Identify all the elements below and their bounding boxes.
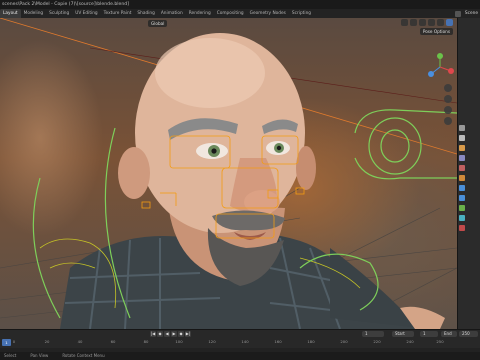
timeline-tick: 200 — [340, 339, 348, 344]
3d-viewport[interactable]: Global Pose Options — [0, 18, 457, 329]
modifier-properties-icon[interactable] — [459, 195, 465, 201]
character-pupil-right — [276, 145, 282, 151]
constraint-properties-icon[interactable] — [459, 215, 465, 221]
rendered-shading-icon[interactable] — [446, 19, 453, 26]
head-highlight — [155, 38, 265, 108]
current-frame-field[interactable]: 1 — [362, 331, 384, 337]
wireframe-shading-icon[interactable] — [419, 19, 426, 26]
object-properties-icon[interactable] — [459, 185, 465, 191]
timeline-tick: 220 — [373, 339, 381, 344]
scene-selector[interactable]: Scene — [465, 11, 478, 16]
scene-properties-icon[interactable] — [459, 165, 465, 171]
keyframe-next-icon[interactable]: ◆ — [178, 331, 184, 337]
timeline-tick: 80 — [143, 339, 149, 344]
tab-texture-paint[interactable]: Texture Paint — [101, 9, 135, 18]
transform-orientation-dropdown[interactable]: Global — [148, 20, 168, 27]
material-properties-icon[interactable] — [459, 225, 465, 231]
world-properties-icon[interactable] — [459, 175, 465, 181]
pose-options-dropdown[interactable]: Pose Options — [419, 28, 453, 35]
zoom-icon[interactable] — [444, 84, 452, 92]
properties-tabs — [459, 125, 465, 231]
character-pupil-left — [211, 148, 217, 154]
play-icon[interactable]: ▶ — [171, 331, 177, 337]
play-reverse-icon[interactable]: ◀ — [164, 331, 170, 337]
workspace-tab-bar: Layout Modeling Sculpting UV Editing Tex… — [0, 9, 480, 18]
viewport-navigation-buttons — [444, 84, 452, 125]
tab-modeling[interactable]: Modeling — [21, 9, 47, 18]
perspective-toggle-icon[interactable] — [444, 117, 452, 125]
xray-toggle-icon[interactable] — [410, 19, 417, 26]
output-properties-icon[interactable] — [459, 145, 465, 151]
timeline-tick: 60 — [110, 339, 116, 344]
material-preview-icon[interactable] — [437, 19, 444, 26]
tab-scripting[interactable]: Scripting — [289, 9, 314, 18]
character-ear-left — [118, 147, 150, 199]
viewport-scene — [0, 18, 457, 329]
tab-sculpting[interactable]: Sculpting — [46, 9, 72, 18]
render-properties-icon[interactable] — [459, 135, 465, 141]
timeline-playhead[interactable]: 1 — [2, 339, 11, 346]
timeline-tick: 160 — [274, 339, 282, 344]
jump-start-icon[interactable]: |◀ — [150, 331, 156, 337]
jump-end-icon[interactable]: ▶| — [185, 331, 191, 337]
start-label: Start — [395, 331, 405, 336]
physics-properties-icon[interactable] — [459, 205, 465, 211]
timeline-tick: 240 — [406, 339, 414, 344]
timeline-tick: 0 — [12, 339, 16, 344]
timeline-tick: 100 — [175, 339, 183, 344]
timeline-tick: 40 — [77, 339, 83, 344]
timeline-tick: 20 — [44, 339, 50, 344]
tab-shading[interactable]: Shading — [134, 9, 157, 18]
viewport-shading-toolbar — [401, 19, 453, 26]
start-frame-field[interactable]: Start — [392, 331, 414, 337]
tab-compositing[interactable]: Compositing — [214, 9, 247, 18]
character-nose-tip — [244, 190, 280, 214]
status-bar: Select Pan View Rotate Context Menu — [0, 352, 480, 360]
status-item-pan: Pan View — [30, 353, 49, 358]
pan-hand-icon[interactable] — [444, 95, 452, 103]
timeline-tick: 120 — [208, 339, 216, 344]
workspace-right-controls: Scene — [454, 9, 478, 18]
end-frame-label: End — [441, 331, 457, 337]
tab-animation[interactable]: Animation — [158, 9, 186, 18]
solid-shading-icon[interactable] — [428, 19, 435, 26]
timeline-tick: 180 — [307, 339, 315, 344]
keyframe-prev-icon[interactable]: ◆ — [157, 331, 163, 337]
tab-geometry-nodes[interactable]: Geometry Nodes — [247, 9, 289, 18]
start-frame-value[interactable]: 1 — [420, 331, 438, 337]
overlay-toggle-icon[interactable] — [401, 19, 408, 26]
tab-uv-editing[interactable]: UV Editing — [72, 9, 100, 18]
navigation-gizmo[interactable] — [425, 52, 455, 82]
character-ear-right — [296, 146, 316, 190]
status-item-context-menu: Rotate Context Menu — [62, 353, 105, 358]
tab-rendering[interactable]: Rendering — [186, 9, 214, 18]
timeline-tick: 250 — [436, 339, 444, 344]
tab-layout[interactable]: Layout — [0, 9, 21, 18]
camera-view-icon[interactable] — [444, 106, 452, 114]
scene-icon[interactable] — [454, 10, 461, 17]
end-frame-value[interactable]: 250 — [459, 331, 478, 337]
view-layer-icon[interactable] — [459, 155, 465, 161]
playback-controls: |◀ ◆ ◀ ▶ ◆ ▶| — [150, 331, 191, 337]
tool-properties-icon[interactable] — [459, 125, 465, 131]
status-item-select: Select — [4, 353, 17, 358]
timeline-tick: 140 — [241, 339, 249, 344]
window-title: scenes\Pack 2\Model - Copie (7)\[source]… — [0, 0, 480, 9]
